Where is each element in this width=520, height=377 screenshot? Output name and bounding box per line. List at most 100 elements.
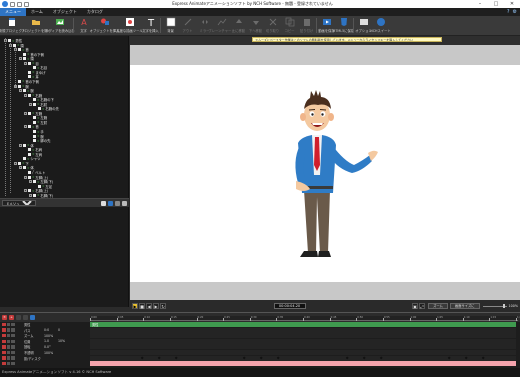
toolbar-button-fade-out[interactable]: アウト	[179, 16, 196, 35]
visibility-checkbox[interactable]	[23, 166, 26, 170]
keyframe-marker[interactable]	[362, 356, 366, 360]
next-frame-button[interactable]: ▶	[153, 303, 159, 309]
keyframe-marker[interactable]	[345, 356, 349, 360]
visibility-checkbox[interactable]	[33, 130, 36, 133]
expand-toggle-icon[interactable]: -	[19, 166, 22, 170]
track-lock-toggle[interactable]	[6, 356, 10, 360]
expand-toggle-icon[interactable]: -	[24, 111, 27, 115]
timeline-row[interactable]: 不透明 100%	[0, 350, 520, 355]
maximize-button[interactable]: □	[488, 0, 504, 8]
keyframe-marker[interactable]	[276, 356, 281, 360]
expand-toggle-icon[interactable]: -	[29, 193, 32, 197]
visibility-checkbox[interactable]	[28, 70, 31, 74]
visibility-checkbox[interactable]	[33, 116, 36, 120]
expand-toggle-icon[interactable]: -	[29, 180, 32, 184]
timeline-track[interactable]	[90, 355, 516, 361]
visibility-checkbox[interactable]	[28, 93, 31, 97]
visibility-checkbox[interactable]	[33, 139, 36, 143]
expand-toggle-icon[interactable]: -	[14, 161, 17, 165]
visibility-checkbox[interactable]	[8, 39, 11, 42]
track-solo-toggle[interactable]	[11, 345, 15, 349]
track-lock-toggle[interactable]	[6, 322, 10, 327]
keyframe-marker[interactable]	[140, 356, 144, 360]
tree-item[interactable]: - ⟡ 右脚(下)	[29, 193, 53, 198]
visibility-checkbox[interactable]	[18, 84, 21, 88]
track-solo-toggle[interactable]	[11, 328, 15, 332]
visibility-checkbox[interactable]	[28, 148, 31, 152]
delete-track-icon[interactable]: ✕	[2, 315, 7, 320]
stop-button[interactable]: ■	[139, 303, 145, 309]
timeline-row[interactable]	[0, 361, 520, 367]
visibility-checkbox[interactable]	[23, 57, 26, 61]
toolbar-button-copy[interactable]: コピー	[281, 16, 298, 35]
menu-item-catalog[interactable]: カタログ	[82, 8, 108, 16]
zoom-button[interactable]: ズーム	[428, 303, 448, 309]
timeline-row[interactable]: 男性 男性	[0, 322, 520, 327]
expand-toggle-icon[interactable]: -	[24, 125, 27, 129]
track-value[interactable]: 100%	[44, 351, 58, 355]
toolbar-button-move-up[interactable]: 上に移動	[230, 16, 247, 35]
fit-screen-button[interactable]: 画面サイズに	[449, 303, 480, 309]
timeline-track[interactable]: 男性	[90, 322, 516, 327]
timeline-row[interactable]: 影/ディスク	[0, 355, 520, 361]
timeline-track[interactable]	[90, 333, 516, 339]
visibility-checkbox[interactable]	[28, 175, 31, 179]
keyframe-marker[interactable]	[157, 356, 162, 360]
visibility-checkbox[interactable]	[38, 107, 41, 111]
toolbar-button-background[interactable]: 背景	[162, 16, 179, 35]
toolbar-button-insert-text[interactable]: T 文字を挿入	[142, 16, 159, 35]
track-lock-toggle[interactable]	[6, 333, 10, 338]
expand-toggle-icon[interactable]: -	[19, 57, 22, 61]
visibility-checkbox[interactable]	[33, 102, 36, 106]
settings-icon[interactable]: ⚙	[513, 9, 517, 15]
expand-toggle-icon[interactable]: -	[24, 61, 27, 65]
toolbar-button-move-down[interactable]: 下へ移動	[247, 16, 264, 35]
visibility-checkbox[interactable]	[23, 157, 26, 161]
expand-toggle-icon[interactable]: -	[19, 89, 22, 93]
visibility-checkbox[interactable]	[18, 79, 21, 83]
track-lock-toggle[interactable]	[6, 328, 10, 332]
visibility-checkbox[interactable]	[33, 66, 36, 70]
toolbar-button-html5[interactable]: HTML5に保存	[333, 16, 354, 35]
visibility-checkbox[interactable]	[33, 134, 36, 138]
zoom-slider[interactable]: 100%	[482, 304, 518, 308]
visibility-checkbox[interactable]	[33, 193, 36, 197]
toolbar-button-paste[interactable]: 貼り付け	[298, 16, 315, 35]
trial-banner[interactable]: スムーズにペースター作業はこのソフトの無料版を使用しています。メニューからライセ…	[252, 37, 442, 42]
visibility-checkbox[interactable]	[33, 120, 36, 124]
track-visible-toggle[interactable]	[2, 345, 6, 349]
toolbar-button-cut[interactable]: 切り取り	[264, 16, 281, 35]
properties-selector[interactable]: Eメソッド	[2, 200, 36, 206]
track-value[interactable]: 0:0	[44, 328, 58, 332]
fullscreen-icon[interactable]: ⤢	[419, 303, 426, 309]
track-solo-toggle[interactable]	[11, 339, 15, 344]
track-solo-toggle[interactable]	[11, 322, 15, 327]
menu-item-menu[interactable]: メニュー	[0, 8, 26, 16]
close-button[interactable]: ✕	[504, 0, 520, 8]
track-lock-toggle[interactable]	[6, 350, 10, 355]
prev-frame-button[interactable]: ◀	[146, 303, 152, 309]
track-visible-toggle[interactable]	[2, 356, 6, 360]
visibility-checkbox[interactable]	[28, 61, 31, 65]
visibility-checkbox[interactable]	[28, 75, 31, 79]
track-solo-toggle[interactable]	[11, 350, 15, 355]
lock-icon[interactable]	[23, 315, 28, 320]
toolbar-button-nch-suite[interactable]: NCHスイート	[370, 16, 391, 35]
timeline-track[interactable]	[90, 338, 516, 344]
visibility-checkbox[interactable]	[28, 111, 31, 115]
visibility-checkbox[interactable]	[33, 180, 36, 184]
track-visible-toggle[interactable]	[2, 339, 6, 344]
visibility-checkbox[interactable]	[28, 152, 31, 156]
loop-button[interactable]: ↻	[160, 303, 166, 309]
expand-toggle-icon[interactable]: -	[29, 102, 32, 106]
timeline-track[interactable]	[90, 344, 516, 350]
eye-icon[interactable]	[16, 315, 21, 320]
timeline-row[interactable]: ズーム 100%	[0, 333, 520, 339]
timeline-track[interactable]	[90, 327, 516, 333]
keyframe-marker[interactable]	[259, 356, 264, 360]
keyframe-marker[interactable]	[379, 356, 383, 360]
zoom-track[interactable]	[482, 304, 507, 308]
save-icon[interactable]	[10, 1, 15, 7]
zoom-thumb[interactable]	[502, 304, 505, 308]
undo-icon[interactable]	[17, 1, 22, 7]
